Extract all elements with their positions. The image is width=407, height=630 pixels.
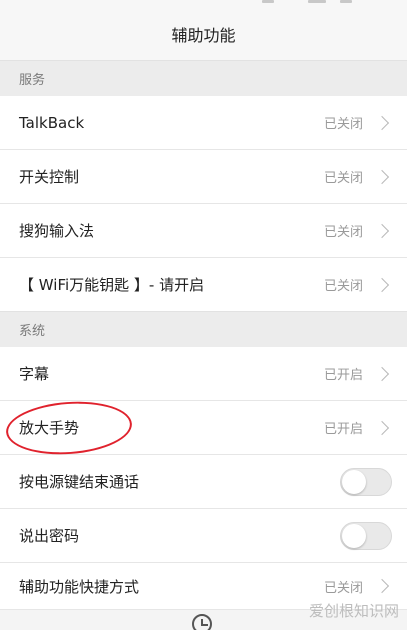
list-item-wifi-key[interactable]: 【 WiFi万能钥匙 】- 请开启 已关闭 bbox=[0, 258, 407, 312]
toggle-knob bbox=[342, 523, 366, 548]
toggle-knob bbox=[342, 469, 366, 494]
status-bar bbox=[0, 0, 407, 8]
list-item-captions[interactable]: 字幕 已开启 bbox=[0, 347, 407, 401]
item-label: 开关控制 bbox=[19, 168, 80, 186]
speak-passwords-toggle[interactable] bbox=[340, 521, 392, 550]
item-status: 已关闭 bbox=[323, 225, 363, 240]
chevron-right-icon bbox=[374, 223, 390, 238]
item-label: 【 WiFi万能钥匙 】- 请开启 bbox=[19, 276, 205, 294]
list-item-switch-control[interactable]: 开关控制 已关闭 bbox=[0, 150, 407, 204]
watermark: 爱创根知识网 bbox=[308, 602, 399, 620]
list-item-talkback[interactable]: TalkBack 已关闭 bbox=[0, 96, 407, 150]
chevron-right-icon bbox=[374, 578, 390, 594]
status-icon bbox=[262, 0, 274, 3]
item-label: 字幕 bbox=[19, 365, 50, 383]
section-header-services: 服务 bbox=[0, 60, 407, 96]
page-title: 辅助功能 bbox=[171, 26, 236, 45]
item-label: 按电源键结束通话 bbox=[19, 473, 140, 491]
chevron-right-icon bbox=[374, 420, 390, 435]
list-item-power-ends-call: 按电源键结束通话 bbox=[0, 455, 407, 509]
power-ends-call-toggle[interactable] bbox=[340, 467, 392, 496]
list-item-sogou-input[interactable]: 搜狗输入法 已关闭 bbox=[0, 204, 407, 258]
battery-icon bbox=[340, 0, 352, 3]
list-item-magnification-gestures[interactable]: 放大手势 已开启 bbox=[0, 401, 407, 455]
item-status: 已开启 bbox=[323, 368, 363, 383]
item-status: 已关闭 bbox=[323, 279, 363, 294]
item-label: 说出密码 bbox=[19, 527, 80, 545]
chevron-right-icon bbox=[374, 366, 390, 381]
chevron-right-icon bbox=[374, 169, 390, 184]
item-status: 已关闭 bbox=[323, 117, 363, 132]
signal-icon bbox=[308, 0, 326, 3]
item-label: TalkBack bbox=[19, 113, 85, 132]
section-header-system: 系统 bbox=[0, 311, 407, 347]
item-label: 辅助功能快捷方式 bbox=[19, 577, 140, 596]
item-status: 已关闭 bbox=[323, 580, 363, 596]
item-status: 已开启 bbox=[323, 422, 363, 437]
list-item-speak-passwords: 说出密码 bbox=[0, 509, 407, 563]
item-status: 已关闭 bbox=[323, 171, 363, 186]
item-label: 放大手势 bbox=[19, 419, 80, 437]
chevron-right-icon bbox=[374, 115, 390, 130]
chevron-right-icon bbox=[374, 277, 390, 292]
title-bar: 辅助功能 bbox=[0, 8, 407, 60]
item-label: 搜狗输入法 bbox=[19, 222, 95, 240]
history-icon[interactable] bbox=[192, 614, 212, 630]
